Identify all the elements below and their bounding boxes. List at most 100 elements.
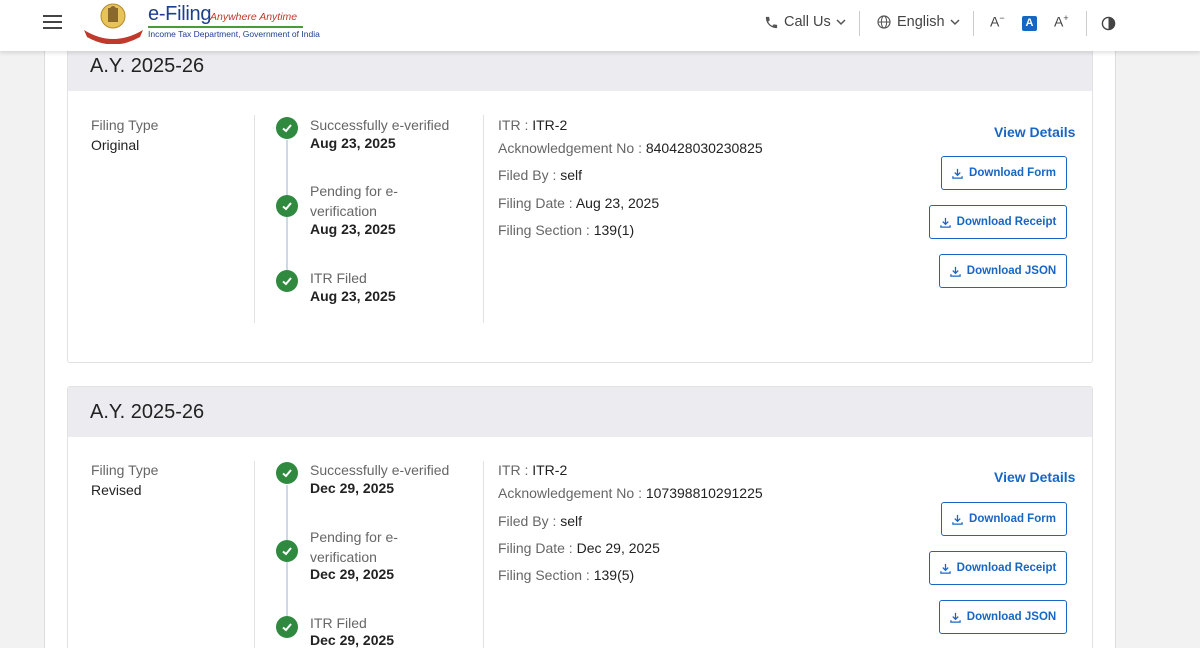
font-increase-label: A (1054, 13, 1064, 30)
timeline-status: Pending for e-verification (310, 183, 398, 219)
download-form-button[interactable]: Download Form (941, 502, 1067, 536)
download-icon (950, 266, 961, 277)
timeline-status: Successfully e-verified (310, 117, 450, 133)
contrast-icon[interactable] (1101, 16, 1116, 31)
filed-by-label: Filed By : (498, 513, 561, 529)
language-dropdown[interactable]: English (876, 14, 960, 30)
itr-label: ITR : (498, 462, 533, 478)
check-icon (276, 462, 298, 484)
header-divider (973, 11, 974, 36)
timeline-date: Aug 23, 2025 (310, 221, 396, 237)
column-divider (483, 115, 484, 323)
filing-section-label: Filing Section : (498, 222, 594, 238)
filing-section-value: 139(5) (593, 567, 635, 583)
phone-icon (765, 16, 778, 28)
download-form-label: Download Form (969, 167, 1056, 179)
logo-subtitle: Income Tax Department, Government of Ind… (148, 29, 320, 39)
download-form-button[interactable]: Download Form (941, 156, 1067, 190)
assessment-year: A.Y. 2025-26 (90, 55, 205, 77)
top-header: e-Filing Anywhere Anytime Income Tax Dep… (0, 0, 1200, 51)
filing-date-value: Dec 29, 2025 (576, 540, 660, 556)
header-divider (859, 11, 860, 36)
filed-by: Filed By : self (498, 167, 582, 183)
filing-section-label: Filing Section : (498, 567, 594, 583)
download-icon (950, 612, 961, 623)
download-receipt-button[interactable]: Download Receipt (929, 205, 1067, 239)
chevron-down-icon (950, 19, 960, 26)
timeline-date: Aug 23, 2025 (310, 288, 396, 304)
logo-title: e-Filing (148, 3, 212, 25)
download-icon (939, 563, 951, 574)
filing-section-value: 139(1) (593, 222, 635, 238)
download-receipt-label: Download Receipt (956, 562, 1057, 574)
download-json-button[interactable]: Download JSON (939, 254, 1067, 288)
ack-value: 107398810291225 (645, 485, 763, 501)
timeline-status: Pending for e-verification (310, 529, 398, 565)
filed-by-value: self (560, 167, 583, 183)
ack-label: Acknowledgement No : (498, 485, 646, 501)
filed-by: Filed By : self (498, 513, 582, 529)
filing-date-label: Filing Date : (498, 195, 576, 211)
logo-tagline: Anywhere Anytime (210, 11, 298, 23)
download-json-label: Download JSON (966, 611, 1057, 623)
ack-label: Acknowledgement No : (498, 140, 646, 156)
download-json-button[interactable]: Download JSON (939, 600, 1067, 634)
timeline-date: Aug 23, 2025 (310, 135, 396, 151)
timeline-status: Successfully e-verified (310, 462, 450, 478)
download-icon (952, 514, 963, 525)
column-divider (254, 115, 255, 323)
font-normal-button[interactable]: A (1022, 16, 1037, 31)
filing-date: Filing Date : Aug 23, 2025 (498, 195, 659, 211)
logo-divider (148, 26, 303, 28)
globe-icon (877, 15, 891, 29)
header-divider (1086, 11, 1087, 36)
column-divider (254, 461, 255, 648)
font-increase-button[interactable]: A+ (1054, 13, 1069, 30)
timeline-status: ITR Filed (310, 615, 367, 631)
itr-value: ITR-2 (532, 117, 568, 133)
emblem-icon (84, 3, 143, 44)
download-receipt-button[interactable]: Download Receipt (929, 551, 1067, 585)
itr-value: ITR-2 (532, 462, 568, 478)
check-icon (276, 616, 298, 638)
chevron-down-icon (836, 19, 846, 26)
view-details-link[interactable]: View Details (994, 469, 1075, 485)
download-icon (952, 168, 963, 179)
check-icon (276, 195, 298, 217)
filing-card: A.Y. 2025-26 Filing Type Original Succes… (67, 40, 1093, 363)
view-details-link[interactable]: View Details (994, 124, 1075, 140)
itr-type: ITR : ITR-2 (498, 462, 567, 478)
filing-date-label: Filing Date : (498, 540, 577, 556)
filing-date: Filing Date : Dec 29, 2025 (498, 540, 660, 556)
menu-icon[interactable] (43, 15, 62, 29)
check-icon (276, 540, 298, 562)
filed-by-label: Filed By : (498, 167, 561, 183)
filing-section: Filing Section : 139(5) (498, 567, 634, 583)
language-label: English (897, 14, 945, 30)
call-us-dropdown[interactable]: Call Us (764, 14, 846, 30)
download-form-label: Download Form (969, 513, 1056, 525)
filed-by-value: self (560, 513, 583, 529)
acknowledgement-number: Acknowledgement No : 840428030230825 (498, 140, 763, 156)
call-us-label: Call Us (784, 14, 831, 30)
assessment-year: A.Y. 2025-26 (90, 401, 205, 423)
efiling-logo[interactable]: e-Filing Anywhere Anytime Income Tax Dep… (82, 0, 320, 46)
filing-type-label: Filing Type (91, 117, 159, 133)
download-icon (939, 217, 951, 228)
itr-type: ITR : ITR-2 (498, 117, 567, 133)
card-header: A.Y. 2025-26 (68, 387, 1092, 437)
filing-type-value: Revised (91, 482, 142, 498)
timeline-status: ITR Filed (310, 270, 367, 286)
font-decrease-label: A (990, 13, 1000, 30)
check-icon (276, 270, 298, 292)
column-divider (483, 461, 484, 648)
check-icon (276, 117, 298, 139)
download-receipt-label: Download Receipt (956, 216, 1057, 228)
timeline-date: Dec 29, 2025 (310, 566, 395, 582)
itr-label: ITR : (498, 117, 533, 133)
acknowledgement-number: Acknowledgement No : 107398810291225 (498, 485, 763, 501)
filing-type-value: Original (91, 137, 140, 153)
font-decrease-button[interactable]: A− (990, 13, 1005, 30)
filing-section: Filing Section : 139(1) (498, 222, 634, 238)
filing-type-label: Filing Type (91, 462, 159, 478)
